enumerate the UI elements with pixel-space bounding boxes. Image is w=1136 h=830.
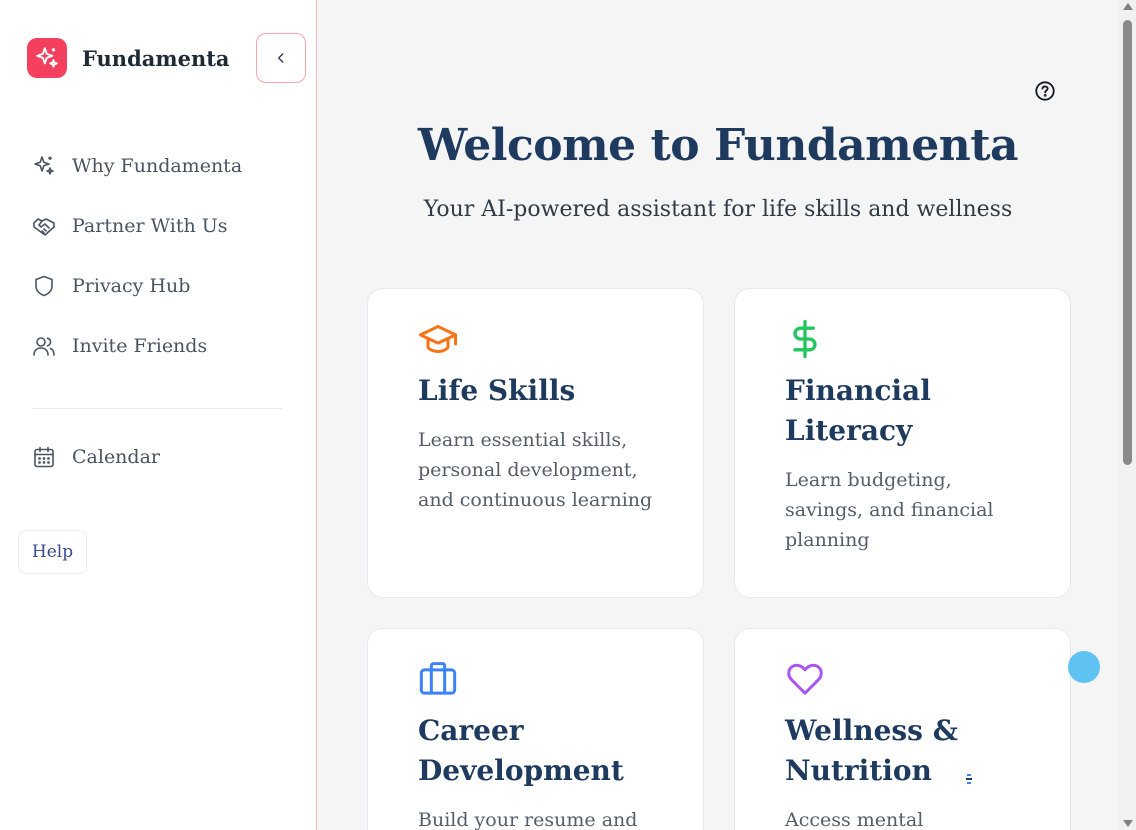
sidebar-item-label: Invite Friends <box>72 335 208 357</box>
chevron-left-icon <box>277 53 284 63</box>
dollar-icon <box>785 319 825 359</box>
vertical-scrollbar[interactable] <box>1119 0 1136 830</box>
cursor-marker-icon <box>964 771 974 785</box>
heart-icon <box>785 659 825 699</box>
sidebar-item-why-fundamenta[interactable]: Why Fundamenta <box>32 151 242 181</box>
sidebar-item-calendar[interactable]: Calendar <box>32 442 160 472</box>
brand-name: Fundamenta <box>82 45 230 71</box>
sidebar-item-invite-friends[interactable]: Invite Friends <box>32 331 207 361</box>
sparkles-icon <box>32 154 56 178</box>
scroll-up-arrow-icon[interactable] <box>1123 3 1133 10</box>
brand[interactable]: Fundamenta <box>27 38 230 78</box>
briefcase-icon <box>418 659 458 699</box>
sidebar-item-privacy-hub[interactable]: Privacy Hub <box>32 271 190 301</box>
card-wellness-nutrition[interactable]: Wellness & Nutrition Access mental <box>734 628 1071 830</box>
sidebar-item-label: Privacy Hub <box>72 275 191 297</box>
card-description: Access mental <box>785 809 924 830</box>
card-title: Wellness & Nutrition <box>785 714 958 787</box>
sidebar-item-label: Calendar <box>72 446 160 468</box>
scroll-down-arrow-icon[interactable] <box>1123 820 1133 827</box>
sparkles-logo-icon <box>27 38 67 78</box>
sidebar: Fundamenta Why Fundamenta Partner With U… <box>0 0 317 830</box>
page-title: Welcome to Fundamenta <box>417 120 1019 171</box>
handshake-icon <box>32 214 56 238</box>
sidebar-divider <box>32 408 282 409</box>
question-circle-icon[interactable] <box>1034 80 1056 102</box>
scroll-thumb[interactable] <box>1123 20 1132 465</box>
card-title: Financial Literacy <box>785 374 931 447</box>
card-financial-literacy[interactable]: Financial Literacy Learn budgeting, savi… <box>734 288 1071 598</box>
card-title: Life Skills <box>418 374 576 407</box>
shield-icon <box>32 274 56 298</box>
help-button[interactable]: Help <box>18 530 87 574</box>
sidebar-item-label: Partner With Us <box>72 215 228 237</box>
card-life-skills[interactable]: Life Skills Learn essential skills, pers… <box>367 288 704 598</box>
main-content: Welcome to Fundamenta Your AI-powered as… <box>317 0 1119 830</box>
floating-chat-button[interactable] <box>1068 651 1100 683</box>
card-description: Build your resume and <box>418 809 638 830</box>
card-description: Learn budgeting, savings, and financial … <box>785 469 994 551</box>
graduation-cap-icon <box>418 319 458 359</box>
collapse-sidebar-button[interactable] <box>256 33 306 83</box>
card-title: Career Development <box>418 714 624 787</box>
page-subtitle: Your AI-powered assistant for life skill… <box>423 197 1013 222</box>
sidebar-item-partner-with-us[interactable]: Partner With Us <box>32 211 228 241</box>
calendar-icon <box>32 445 56 469</box>
card-career-development[interactable]: Career Development Build your resume and <box>367 628 704 830</box>
card-description: Learn essential skills, personal develop… <box>418 429 653 511</box>
users-icon <box>32 334 56 358</box>
sidebar-item-label: Why Fundamenta <box>72 155 243 177</box>
